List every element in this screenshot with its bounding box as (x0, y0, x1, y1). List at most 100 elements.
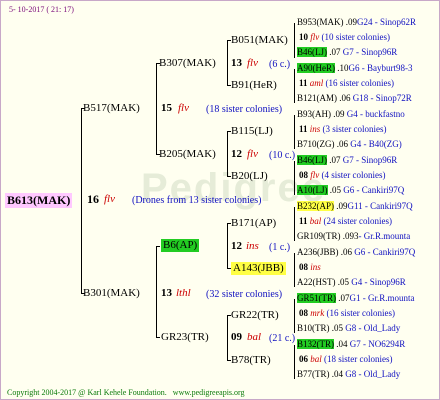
gen4-drone-id: B10(TR) (297, 323, 330, 333)
gen2-num: 13 (231, 57, 242, 69)
gen4-dpct: .093 (342, 231, 359, 241)
gen4-breeder: G11 - Cankiri97Q (347, 201, 413, 211)
gen4-drone-line[interactable]: A10(LJ) .05 G6 - Cankiri97Q (297, 185, 404, 196)
gen4-drone-line[interactable]: B77(TR) .04 G8 - Old_Lady (297, 369, 400, 380)
gen4-num: 11 (299, 216, 308, 226)
gen4-num: 11 (299, 78, 308, 88)
gen2-queen[interactable]: B205(MAK) (159, 148, 216, 161)
gen4-dpct: .04 (331, 369, 343, 379)
gen4-pct: .09 (345, 17, 357, 27)
gen4-drone-line[interactable]: B46(LJ) .07 G7 - Sinop96R (297, 47, 397, 58)
gen1-queen[interactable]: B301(MAK) (83, 287, 140, 300)
gen4-queen-id: B46(LJ) (297, 155, 327, 165)
gen3-queen[interactable]: B91(HeR) (231, 79, 277, 92)
gen4-queen-line[interactable]: A236(JBB) .06 G6 - Cankiri97Q (297, 247, 415, 258)
gen4-block: GR51(TR) .07G1 - Gr.R.mounta 08 mrk (16 … (297, 293, 439, 339)
gen4-queen-line[interactable]: B953(MAK) .09G24 - Sinop62R (297, 17, 416, 28)
gen1-note: (32 sister colonies) (206, 289, 283, 300)
gen4-class: mrk (310, 308, 325, 318)
gen4-queen-line[interactable]: B46(LJ) .07 G7 - Sinop96R (297, 155, 397, 166)
gen4-queen-line[interactable]: A90(HeR) .10G6 - Bayburt98-3 (297, 63, 413, 74)
gen4-class: bal (310, 354, 322, 364)
gen1-queen[interactable]: B517(MAK) (83, 102, 140, 115)
gen4-dpct: .05 (331, 323, 343, 333)
gen4-dbreeder: G18 - Sinop72R (352, 93, 412, 103)
gen4-class: bal (309, 216, 322, 226)
line (294, 23, 295, 58)
gen4-drone-id: A10(LJ) (297, 185, 328, 195)
line (81, 108, 82, 294)
gen2-class: flv (247, 148, 258, 160)
gen2-note: (6 c.) (269, 59, 291, 70)
gen4-dpct: .07 (329, 47, 341, 57)
gen4-num: 08 (299, 262, 308, 272)
gen2-queen[interactable]: GR23(TR) (161, 331, 209, 344)
footer-site-link[interactable]: www.pedigreeapis.org (173, 388, 245, 397)
gen4-queen-id: B93(AH) (297, 109, 331, 119)
gen4-note: (16 sister colonies) (326, 308, 395, 318)
gen1-class: lthl (176, 287, 191, 299)
gen4-num-line: 11 aml (16 sister colonies) (299, 78, 394, 89)
gen4-pct: .09 (333, 109, 345, 119)
gen4-class: flv (310, 32, 320, 42)
gen4-num-line: 08 ins (299, 262, 321, 273)
root-queen[interactable]: B613(MAK) (5, 193, 73, 208)
gen4-note: (4 sister colonies) (321, 170, 386, 180)
gen3-queen[interactable]: GR22(TR) (231, 309, 279, 322)
gen4-note: (18 sister colonies) (324, 354, 393, 364)
gen2-queen[interactable]: B307(MAK) (159, 57, 216, 70)
gen4-num: 08 (299, 170, 308, 180)
gen3-queen[interactable]: B20(LJ) (231, 170, 268, 183)
gen4-queen-line[interactable]: B93(AH) .09 G4 - buckfastno (297, 109, 405, 120)
gen4-breeder: G4 - buckfastno (346, 109, 405, 119)
gen2-queen[interactable]: B6(AP) (161, 239, 200, 252)
gen1-class: flv (178, 102, 189, 114)
gen4-dpct: .05 (337, 277, 349, 287)
gen2-class: ins (246, 240, 259, 252)
gen2-note: (21 c.) (269, 333, 296, 344)
gen4-queen-line[interactable]: B232(AP) .09G11 - Cankiri97Q (297, 201, 413, 212)
gen2-note: (10 c.) (269, 150, 296, 161)
gen2-class: bal (247, 331, 262, 343)
gen4-pct: .10 (337, 63, 349, 73)
gen4-dbreeder: G6 - Cankiri97Q (343, 185, 405, 195)
line (227, 315, 228, 361)
gen4-block: B232(AP) .09G11 - Cankiri97Q 11 bal (24 … (297, 201, 439, 247)
gen4-drone-line[interactable]: A22(HST) .05 G4 - Sinop96R (297, 277, 406, 288)
line (294, 69, 295, 103)
gen4-dbreeder: G4 - B40(ZG) (350, 139, 402, 149)
gen3-queen[interactable]: B115(LJ) (231, 125, 273, 138)
gen4-queen-line[interactable]: GR51(TR) .07G1 - Gr.R.mounta (297, 293, 415, 304)
line (156, 246, 157, 338)
gen4-class: aml (309, 78, 324, 88)
gen4-queen-id: A90(HeR) (297, 63, 335, 73)
gen3-queen[interactable]: B051(MAK) (231, 34, 288, 47)
gen4-drone-line[interactable]: B121(AM) .06 G18 - Sinop72R (297, 93, 412, 104)
line (294, 115, 295, 149)
gen4-num: 11 (299, 124, 308, 134)
line (227, 223, 228, 269)
gen3-queen[interactable]: A143(JBB) (231, 262, 286, 275)
gen3-queen[interactable]: B171(AP) (231, 217, 276, 230)
gen4-drone-id: B121(AM) (297, 93, 337, 103)
gen4-num-line: 08 flv (4 sister colonies) (299, 170, 385, 181)
gen4-pct: .04 (336, 339, 348, 349)
gen4-num-line: 11 ins (3 sister colonies) (299, 124, 387, 135)
gen4-queen-line[interactable]: B132(TR) .04 G7 - NO6294R (297, 339, 405, 350)
gen4-breeder: G7 - NO6294R (349, 339, 406, 349)
gen2-note: (1 c.) (269, 242, 291, 253)
gen4-queen-id: B132(TR) (297, 339, 334, 349)
root-class: flv (104, 193, 115, 205)
gen1-num: 13 (161, 287, 172, 299)
gen4-drone-line[interactable]: B710(ZG) .06 G4 - B40(ZG) (297, 139, 402, 150)
gen4-drone-line[interactable]: B10(TR) .05 G8 - Old_Lady (297, 323, 400, 334)
gen4-drone-id: GR109(TR) (297, 231, 341, 241)
gen3-queen[interactable]: B78(TR) (231, 354, 271, 367)
gen4-block: A236(JBB) .06 G6 - Cankiri97Q 08 ins A22… (297, 247, 439, 293)
gen4-block: B46(LJ) .07 G7 - Sinop96R 08 flv (4 sist… (297, 155, 439, 201)
gen1-note: (18 sister colonies) (206, 104, 283, 115)
gen4-drone-line[interactable]: GR109(TR) .093- Gr.R.mounta (297, 231, 410, 242)
gen4-num: 10 (299, 32, 308, 42)
gen4-block: B132(TR) .04 G7 - NO6294R 06 bal (18 sis… (297, 339, 439, 385)
line (156, 337, 160, 338)
